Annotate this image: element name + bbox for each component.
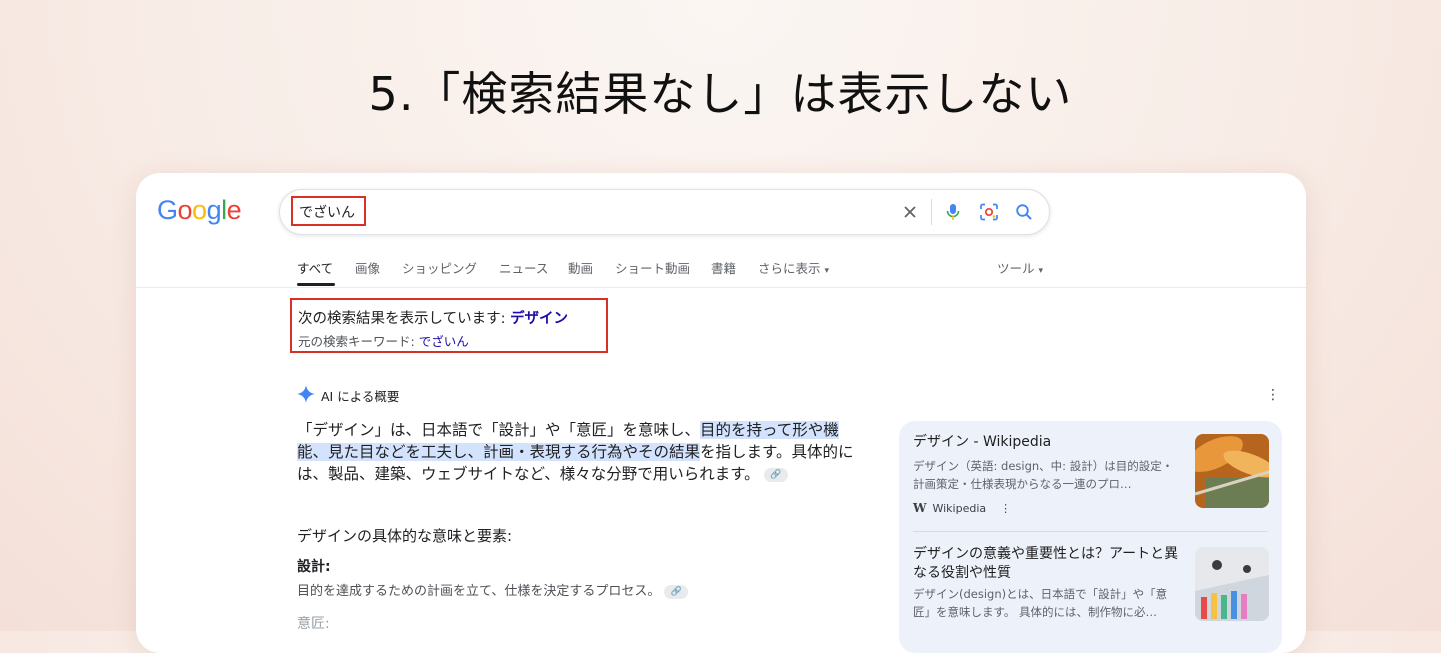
slide-title: 5.「検索結果なし」は表示しない bbox=[368, 67, 1073, 121]
original-query-line: 元の検索キーワード: でざいん bbox=[298, 331, 469, 350]
search-icon[interactable] bbox=[1013, 201, 1035, 223]
browser-window: Google でざいん すべて 画像 ショッピング ニュース 動画 ショート動画… bbox=[136, 173, 1306, 653]
source-site[interactable]: W Wikipedia ⋮ bbox=[913, 501, 1011, 515]
ai-sub-heading: デザインの具体的な意味と要素: bbox=[297, 527, 513, 545]
active-tab-indicator bbox=[297, 283, 335, 286]
term-design: 設計: bbox=[297, 559, 331, 575]
tab-books[interactable]: 書籍 bbox=[711, 258, 736, 277]
more-options-icon[interactable]: ⋮ bbox=[1000, 502, 1011, 515]
more-options-icon[interactable]: ⋮ bbox=[1266, 387, 1280, 403]
original-prefix: 元の検索キーワード: bbox=[298, 334, 415, 349]
tab-more-label: さらに表示 bbox=[758, 261, 821, 276]
card-divider bbox=[913, 531, 1268, 532]
source-title[interactable]: デザイン - Wikipedia bbox=[913, 433, 1051, 452]
caret-down-icon: ▾ bbox=[1038, 266, 1044, 276]
link-chip-icon[interactable]: 🔗 bbox=[763, 467, 788, 482]
source-title[interactable]: デザインの意義や重要性とは？アートと異なる役割や性質 bbox=[913, 545, 1188, 583]
tab-all[interactable]: すべて bbox=[297, 258, 333, 277]
tab-images[interactable]: 画像 bbox=[355, 258, 380, 277]
search-divider bbox=[931, 199, 932, 225]
tab-news[interactable]: ニュース bbox=[499, 258, 548, 277]
tab-short-videos[interactable]: ショート動画 bbox=[615, 258, 690, 277]
tab-videos[interactable]: 動画 bbox=[568, 258, 593, 277]
corrected-term-link[interactable]: デザイン bbox=[510, 311, 568, 327]
wikipedia-icon: W bbox=[913, 501, 927, 515]
ai-overview-header: AI による概要 bbox=[297, 385, 399, 406]
link-chip-icon[interactable]: 🔗 bbox=[664, 584, 689, 599]
google-logo[interactable]: Google bbox=[157, 195, 242, 226]
term-desc-text: 目的を達成するための計画を立て、仕様を決定するプロセス。 bbox=[297, 584, 661, 599]
sparkle-icon bbox=[297, 385, 315, 406]
sources-panel: デザイン - Wikipedia デザイン（英語: design、中: 設計）は… bbox=[899, 421, 1282, 653]
showing-prefix: 次の検索結果を表示しています: bbox=[298, 311, 506, 327]
tab-shopping[interactable]: ショッピング bbox=[402, 258, 477, 277]
source-snippet: デザイン(design)とは、日本語で「設計」や「意匠」を意味します。 具体的に… bbox=[913, 587, 1168, 619]
spelling-correction-box: 次の検索結果を表示しています: デザイン 元の検索キーワード: でざいん bbox=[290, 298, 608, 353]
source-snippet: デザイン（英語: design、中: 設計）は目的設定・計画策定・仕様表現からな… bbox=[913, 459, 1174, 491]
source-site-label: Wikipedia bbox=[932, 501, 987, 515]
close-icon[interactable] bbox=[899, 201, 921, 223]
article-thumbnail[interactable] bbox=[1195, 547, 1269, 621]
search-box[interactable]: でざいん bbox=[279, 189, 1050, 235]
microphone-icon[interactable] bbox=[942, 201, 964, 223]
showing-results-line: 次の検索結果を表示しています: デザイン bbox=[298, 307, 568, 328]
para-start: 「デザイン」は、日本語で「設計」や「意匠」を意味し、 bbox=[297, 421, 701, 439]
search-tabs: すべて 画像 ショッピング ニュース 動画 ショート動画 書籍 さらに表示 ▾ … bbox=[136, 257, 1306, 288]
wikipedia-thumbnail[interactable] bbox=[1195, 434, 1269, 508]
caret-down-icon: ▾ bbox=[824, 266, 830, 276]
term-ishou: 意匠: bbox=[297, 616, 330, 632]
tab-tools[interactable]: ツール ▾ bbox=[997, 258, 1043, 277]
search-input[interactable]: でざいん bbox=[299, 202, 355, 222]
tab-tools-label: ツール bbox=[997, 261, 1035, 276]
camera-lens-icon[interactable] bbox=[978, 201, 1000, 223]
ai-overview-label: AI による概要 bbox=[321, 389, 400, 404]
tab-more[interactable]: さらに表示 ▾ bbox=[758, 258, 829, 277]
original-term-link[interactable]: でざいん bbox=[419, 334, 469, 349]
term-design-description: 目的を達成するための計画を立て、仕様を決定するプロセス。 🔗 bbox=[297, 580, 689, 599]
ai-overview-paragraph: 「デザイン」は、日本語で「設計」や「意匠」を意味し、目的を持って形や機能、見た目… bbox=[297, 419, 861, 485]
